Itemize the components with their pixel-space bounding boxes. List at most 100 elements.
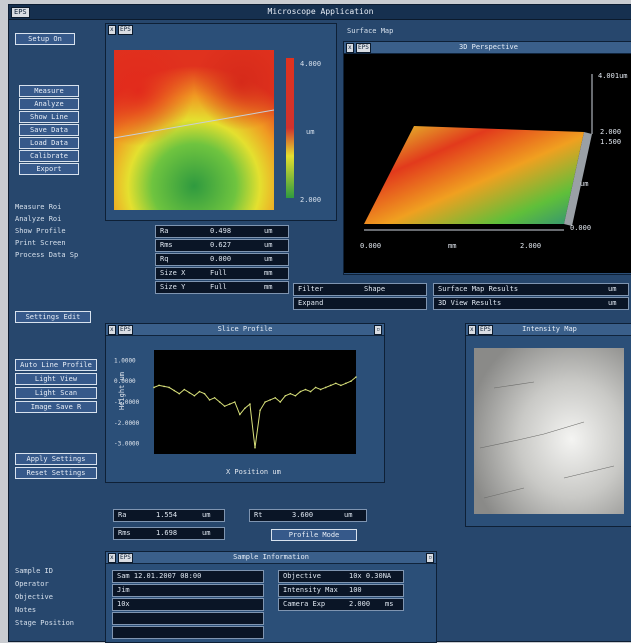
- profile-point: [329, 384, 332, 387]
- stat-unit: um: [264, 255, 273, 263]
- stat-field[interactable]: Size X Full mm: [155, 267, 289, 280]
- sample-field[interactable]: Sam 12.01.2007 08:00: [112, 570, 264, 583]
- setup-button[interactable]: Setup On: [15, 33, 75, 45]
- y-max-label: 0.000: [570, 224, 591, 232]
- sample-info-close-icon[interactable]: x: [108, 553, 116, 563]
- sample-info-maximize-icon[interactable]: ▫: [426, 553, 434, 563]
- left-label[interactable]: Analyze Roi: [15, 215, 61, 223]
- left-label[interactable]: Print Screen: [15, 239, 66, 247]
- sample-field[interactable]: [112, 626, 264, 639]
- sample-field-value: 10x: [117, 600, 130, 608]
- stat-name: Size X: [160, 269, 186, 277]
- z-unit-label: um: [580, 180, 588, 188]
- sample-right-field[interactable]: Objective 10x 0.30NA: [278, 570, 404, 583]
- stat-value: 0.627: [210, 241, 232, 249]
- sample-field-value: Sam 12.01.2007 08:00: [117, 572, 202, 580]
- stat-unit: um: [264, 227, 273, 235]
- filter-field[interactable]: Filter Shape: [293, 283, 427, 296]
- left-mid2-button[interactable]: Apply Settings: [15, 453, 97, 465]
- window-title: Microscope Application: [267, 7, 374, 16]
- stat-unit: mm: [264, 283, 273, 291]
- profile-field-unit: um: [202, 529, 211, 537]
- profile-field-name: Ra: [118, 511, 127, 519]
- left-mid2-button[interactable]: Reset Settings: [15, 467, 97, 479]
- profile-field-unit: um: [202, 511, 211, 519]
- profile-point: [304, 388, 307, 391]
- sample-info-tag: EPS: [118, 553, 133, 563]
- sample-field-value: Jim: [117, 586, 130, 594]
- profile-point: [203, 392, 206, 395]
- profile-field-name: Rt: [254, 511, 263, 519]
- left-button[interactable]: Analyze: [19, 98, 79, 110]
- sample-right-field[interactable]: Intensity Max 100: [278, 584, 404, 597]
- left-mid-button[interactable]: Auto Line Profile: [15, 359, 97, 371]
- left-mid-button[interactable]: Light View: [15, 373, 97, 385]
- view3d-close-icon[interactable]: x: [346, 43, 354, 53]
- stat-field[interactable]: Ra 0.498 um: [155, 225, 289, 238]
- profile-x-label: X Position um: [226, 468, 281, 476]
- stat-name: Rq: [160, 255, 169, 263]
- profile-field[interactable]: Ra 1.554 um: [113, 509, 225, 522]
- profile-y-label: Height um: [118, 372, 126, 410]
- profile-field-unit: um: [344, 511, 353, 519]
- surface-map-panel: x EPS 4.000 um 2.000: [105, 23, 337, 221]
- view3d-panel: 3D Perspective x EPS 4.001um 2.000 1.500: [343, 41, 631, 275]
- left-label[interactable]: Process Data Sp: [15, 251, 78, 259]
- stat-field[interactable]: Size Y Full mm: [155, 281, 289, 294]
- profile-point: [289, 392, 292, 395]
- surface-map-tag: EPS: [118, 25, 133, 35]
- profile-point: [193, 394, 196, 397]
- results-unit: um: [608, 299, 617, 307]
- x-min-label: 0.000: [360, 242, 381, 250]
- left-button[interactable]: Load Data: [19, 137, 79, 149]
- sample-right-value: 100: [349, 586, 362, 594]
- left-button[interactable]: Show Line: [19, 111, 79, 123]
- stat-field[interactable]: Rms 0.627 um: [155, 239, 289, 252]
- profile-point: [284, 394, 287, 397]
- results-field[interactable]: Surface Map Results um: [433, 283, 629, 296]
- profile-chart[interactable]: 1.00000.0000-1.0000-2.0000-3.0000 X Posi…: [106, 336, 382, 482]
- z-mid2-label: 1.500: [600, 138, 621, 146]
- results-name: 3D View Results: [438, 299, 502, 307]
- sample-field[interactable]: Jim: [112, 584, 264, 597]
- left-mid-button[interactable]: Image Save R: [15, 401, 97, 413]
- profile-close-icon[interactable]: x: [108, 325, 116, 335]
- profile-point: [254, 446, 256, 449]
- left-button[interactable]: Save Data: [19, 124, 79, 136]
- results-field[interactable]: 3D View Results um: [433, 297, 629, 310]
- left-mid-button[interactable]: Light Scan: [15, 387, 97, 399]
- surface-map-close-icon[interactable]: x: [108, 25, 116, 35]
- left-button[interactable]: Export: [19, 163, 79, 175]
- profile-field[interactable]: Rt 3.600 um: [249, 509, 367, 522]
- stat-field[interactable]: Rq 0.000 um: [155, 253, 289, 266]
- profile-point: [319, 388, 322, 391]
- sample-field[interactable]: 10x: [112, 598, 264, 611]
- profile-title: Slice Profile: [106, 324, 384, 336]
- profile-point: [299, 390, 302, 393]
- surface-heatmap[interactable]: [114, 50, 274, 210]
- x-max-label: 2.000: [520, 242, 541, 250]
- profile-point: [324, 386, 327, 389]
- profile-y-tick: 1.0000: [114, 357, 136, 364]
- profile-field[interactable]: Rms 1.698 um: [113, 527, 225, 540]
- stat-value: Full: [210, 269, 227, 277]
- stat-name: Size Y: [160, 283, 186, 291]
- scale-top-value: 4.000: [300, 60, 322, 68]
- settings-edit-button[interactable]: Settings Edit: [15, 311, 91, 323]
- view3d-canvas[interactable]: 4.001um 2.000 1.500 um 0.000 mm 2.000 0.…: [344, 54, 631, 273]
- profile-point: [228, 403, 231, 405]
- results-unit: um: [608, 285, 617, 293]
- left-label[interactable]: Show Profile: [15, 227, 66, 235]
- intensity-close-icon[interactable]: x: [468, 325, 476, 335]
- sample-right-value: 10x 0.30NA: [349, 572, 392, 580]
- stat-unit: mm: [264, 269, 273, 277]
- left-button[interactable]: Calibrate: [19, 150, 79, 162]
- intensity-image[interactable]: [474, 348, 624, 514]
- left-label[interactable]: Measure Roi: [15, 203, 61, 211]
- filter-field[interactable]: Expand: [293, 297, 427, 310]
- sample-right-field[interactable]: Camera Exp 2.000 ms: [278, 598, 404, 611]
- profile-maximize-icon[interactable]: ▫: [374, 325, 382, 335]
- left-button[interactable]: Measure: [19, 85, 79, 97]
- sample-field[interactable]: [112, 612, 264, 625]
- profile-mode-button[interactable]: Profile Mode: [271, 529, 357, 541]
